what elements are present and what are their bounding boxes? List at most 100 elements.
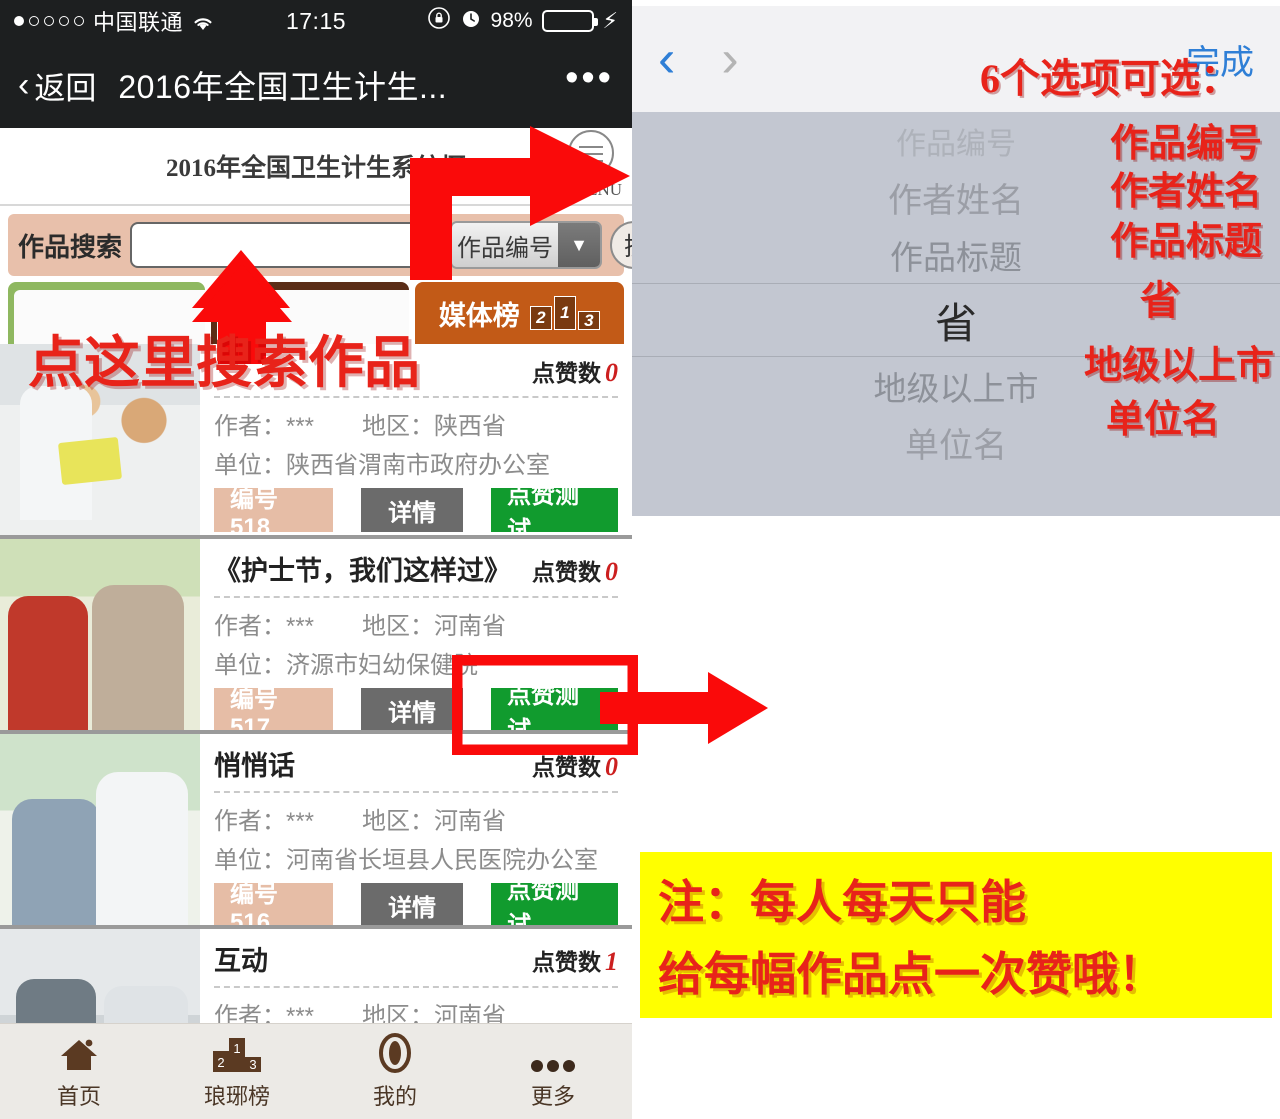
search-field-select[interactable]: 作品编号 ▼ — [450, 221, 603, 269]
tab-more[interactable]: 更多 — [474, 1024, 632, 1119]
list-item[interactable]: 《护士节，我们这样过》 点赞数 0 作者：*** 地区：河南省 单位：济源市妇幼保… — [0, 539, 632, 730]
page-title: 2016年全国卫生计生... — [118, 69, 448, 105]
like-button[interactable]: 点赞测试 — [491, 682, 618, 730]
menu-label: MENU — [571, 180, 622, 199]
status-bar: 中国联通 17:15 98% ⚡ — [0, 0, 632, 42]
bottom-tab-bar: 首页 2 1 3 琅琊榜 我的 更多 — [0, 1023, 632, 1119]
svg-text:2: 2 — [217, 1055, 224, 1070]
tab-home[interactable]: 首页 — [0, 1024, 158, 1119]
annotation-option-4: 地级以上市 — [1083, 345, 1274, 387]
search-button[interactable]: 搜索 — [610, 221, 632, 269]
list-item-actions: 编号518 详情 点赞测试 — [214, 482, 618, 535]
artwork-meta-row: 作者：*** 地区：河南省 — [214, 606, 618, 641]
artwork-code-badge: 编号516 — [214, 881, 334, 925]
artwork-thumbnail[interactable] — [0, 539, 200, 730]
home-icon — [58, 1033, 100, 1073]
region-field: 地区：河南省 — [362, 1003, 507, 1023]
annotation-note-line2: 给每幅作品点一次赞哦！ — [658, 949, 1164, 1000]
search-label: 作品搜索 — [18, 231, 123, 262]
tab-profile[interactable]: 我的 — [316, 1024, 474, 1119]
search-bar: 作品搜索 作品编号 ▼ 搜索 — [8, 214, 632, 276]
status-bar-right: 98% ⚡ — [427, 6, 618, 36]
artwork-list[interactable]: 点赞数 0 作者：*** 地区：陕西省 单位：陕西省渭南市政府办公室 编号518 … — [0, 344, 632, 1023]
tab-more-label: 更多 — [530, 1083, 575, 1109]
chevron-down-icon: ▼ — [558, 223, 601, 267]
site-header: 2016年全国卫生计生系统摄 MENU — [0, 128, 632, 206]
podium-icon: 213 — [529, 296, 600, 330]
list-item-body: 《护士节，我们这样过》 点赞数 0 作者：*** 地区：河南省 单位：济源市妇幼保… — [200, 539, 632, 730]
list-item-header: 悄悄话 点赞数 0 — [214, 744, 618, 793]
annotation-note-line1: 注：每人每天只能 — [658, 877, 1026, 928]
annotation-search-here-text: 点这里搜索作品 — [28, 333, 420, 395]
annotation-option-0: 作品编号 — [1109, 123, 1262, 165]
hamburger-menu-icon[interactable] — [568, 130, 614, 176]
svg-text:1: 1 — [233, 1041, 240, 1056]
artwork-thumbnail[interactable] — [0, 734, 200, 925]
detail-button[interactable]: 详情 — [361, 688, 464, 730]
list-item[interactable]: 互动 点赞数 1 作者：*** 地区：河南省 — [0, 929, 632, 1023]
tab-ranking-label: 琅琊榜 — [203, 1083, 270, 1109]
annotation-six-options: 6个选项可选： — [980, 56, 1240, 101]
like-count: 点赞数 0 — [532, 557, 618, 586]
ellipsis-icon — [530, 1033, 576, 1073]
like-button[interactable]: 点赞测试 — [491, 877, 618, 925]
podium-icon: 2 1 3 — [212, 1033, 262, 1073]
author-field: 作者：*** — [214, 613, 315, 640]
artwork-thumbnail[interactable] — [0, 929, 200, 1023]
region-field: 地区：河南省 — [362, 808, 507, 835]
chevron-left-icon[interactable]: ‹ — [658, 33, 675, 85]
annotation-option-2: 作品标题 — [1109, 221, 1262, 263]
artwork-title: 《护士节，我们这样过》 — [214, 556, 511, 586]
charging-bolt-icon: ⚡ — [602, 8, 618, 33]
artwork-code-badge: 编号518 — [214, 486, 334, 535]
tab-media-ranking-label: 媒体榜 — [438, 300, 520, 331]
rotation-lock-icon — [427, 6, 451, 36]
tab-ranking[interactable]: 2 1 3 琅琊榜 — [158, 1024, 316, 1119]
app-navigation-bar: ‹ 返回 2016年全国卫生计生... ••• — [0, 42, 632, 128]
list-item-body: 互动 点赞数 1 作者：*** 地区：河南省 — [200, 929, 632, 1023]
tab-profile-label: 我的 — [372, 1083, 417, 1109]
annotation-note-box: 注：每人每天只能 给每幅作品点一次赞哦！ — [640, 852, 1272, 1018]
list-item-header: 互动 点赞数 1 — [214, 939, 618, 988]
chevron-right-icon[interactable]: › — [721, 33, 738, 85]
like-count: 点赞数 0 — [532, 752, 618, 781]
list-item[interactable]: 悄悄话 点赞数 0 作者：*** 地区：河南省 单位：河南省长垣县人民医院办公室 … — [0, 734, 632, 925]
tab-home-label: 首页 — [56, 1083, 101, 1109]
list-item-actions: 编号516 详情 点赞测试 — [214, 877, 618, 925]
artwork-code-badge: 编号517 — [214, 686, 334, 730]
alarm-icon — [460, 7, 482, 35]
search-field-select-value: 作品编号 — [452, 223, 559, 267]
artwork-meta-row: 作者：*** 地区：河南省 — [214, 996, 618, 1023]
artwork-meta-row: 作者：*** 地区：陕西省 — [214, 406, 618, 441]
artwork-title: 互动 — [214, 946, 268, 976]
chevron-left-icon: ‹ — [18, 66, 30, 104]
back-button-label: 返回 — [34, 70, 97, 106]
battery-icon — [541, 10, 598, 32]
list-item-header: 《护士节，我们这样过》 点赞数 0 — [214, 549, 618, 598]
annotation-option-3: 省 — [1140, 278, 1180, 323]
list-item-actions: 编号517 详情 点赞测试 — [214, 682, 618, 730]
more-options-button[interactable]: ••• — [565, 59, 614, 98]
list-item-body: 悄悄话 点赞数 0 作者：*** 地区：河南省 单位：河南省长垣县人民医院办公室 … — [200, 734, 632, 925]
site-title: 2016年全国卫生计生系统摄 — [165, 155, 466, 182]
region-field: 地区：河南省 — [362, 613, 507, 640]
annotation-option-1: 作者姓名 — [1109, 171, 1262, 213]
region-field: 地区：陕西省 — [362, 413, 507, 440]
search-input[interactable] — [130, 222, 443, 268]
back-button[interactable]: ‹ 返回 — [18, 63, 96, 108]
detail-button[interactable]: 详情 — [361, 488, 464, 532]
screenshot-root: 中国联通 17:15 98% ⚡ ‹ 返回 2016年全国卫生计生... •••… — [0, 0, 1280, 1119]
battery-percent-label: 98% — [490, 9, 533, 32]
detail-button[interactable]: 详情 — [361, 883, 464, 925]
author-field: 作者：*** — [214, 413, 315, 440]
svg-text:3: 3 — [249, 1057, 256, 1072]
artwork-meta-row: 作者：*** 地区：河南省 — [214, 801, 618, 836]
author-field: 作者：*** — [214, 808, 315, 835]
like-count: 点赞数 0 — [532, 358, 618, 387]
author-field: 作者：*** — [214, 1003, 315, 1023]
annotation-option-5: 单位名 — [1105, 399, 1220, 441]
phone-screen: 中国联通 17:15 98% ⚡ ‹ 返回 2016年全国卫生计生... •••… — [0, 0, 632, 1119]
like-count: 点赞数 1 — [532, 947, 618, 976]
like-button[interactable]: 点赞测试 — [491, 482, 618, 535]
tab-media-ranking[interactable]: 媒体榜 213 — [414, 282, 624, 344]
